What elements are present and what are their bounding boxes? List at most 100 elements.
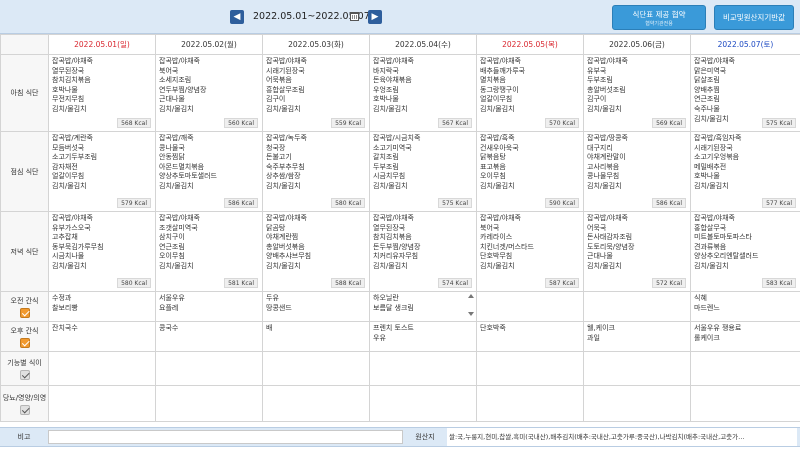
snack-cell[interactable]: 웰,케이크 과일: [583, 321, 691, 352]
kcal-badge: 577 Kcal: [762, 198, 796, 208]
chevron-right-icon[interactable]: ▶: [368, 10, 382, 24]
kcal-badge: 586 Kcal: [652, 198, 686, 208]
kcal-badge: 581 Kcal: [224, 278, 258, 288]
snack-cell[interactable]: 두유 땅콩샌드: [262, 291, 370, 322]
menu-item: 도토리묵/양념장: [587, 242, 635, 251]
meal-cell[interactable]: 잡곡밥/땅콩죽 대구지리 야채계란말이 고사리볶음 콩나물무침 김치/물김치 586 Kca…: [583, 131, 691, 212]
empty-cell[interactable]: [690, 385, 800, 422]
chevron-left-icon[interactable]: ◀: [230, 10, 244, 24]
snack-cell[interactable]: 식혜 마드렌느: [690, 291, 800, 322]
menu-item: 김치/물김치: [694, 181, 729, 190]
scroll-up-icon[interactable]: [468, 294, 474, 298]
meal-cell[interactable]: 잡곡밥/야채죽 북어국 카레라이스 치킨너겟/머스타드 단호박무침 김치/물김치 587 K…: [476, 211, 584, 292]
snack-cell[interactable]: [476, 291, 584, 322]
meal-cell[interactable]: 잡곡밥/야채죽 배추들깨가루국 멸치볶음 동그랑땡구이 얼갈이무침 김치/물김치 570 K…: [476, 54, 584, 132]
meal-cell[interactable]: 잡곡밥/계란죽 모듬버섯국 소고기두부조림 감자채전 얼갈이무침 김치/물김치 579 Kc…: [48, 131, 156, 212]
note-input[interactable]: [48, 430, 403, 444]
meal-cell[interactable]: 잡곡밥/야채죽 열무된장국 참치김치볶음 돈두부찜/양념장 치커리유자무침 김치/물김치 5…: [369, 211, 477, 292]
calendar-icon[interactable]: [350, 12, 359, 21]
menu-item: 잡곡밥/깨죽: [159, 134, 194, 142]
kcal-badge: 579 Kcal: [117, 198, 151, 208]
empty-cell[interactable]: [690, 351, 800, 386]
row-label-diabetic-diet: 당뇨/영양/의영: [0, 385, 49, 422]
snack-cell[interactable]: 배: [262, 321, 370, 352]
empty-cell[interactable]: [48, 351, 156, 386]
empty-cell[interactable]: [583, 385, 691, 422]
meal-cell[interactable]: 잡곡밥/야채죽 유부가스오국 고추잡채 동부묵김가루무침 시금치나물 김치/물김치 580 …: [48, 211, 156, 292]
function-diet-checkbox[interactable]: [19, 369, 30, 380]
menu-item-list: 잡곡밥/깨죽 콩나물국 안동찜닭 아몬드멸치볶음 양상추토마토샐러드 김치/물김치: [159, 134, 259, 192]
agreement-button-label: 식단표 제공 협약: [632, 10, 686, 19]
empty-cell[interactable]: [369, 385, 477, 422]
meal-cell[interactable]: 잡곡밥/깨죽 콩나물국 안동찜닭 아몬드멸치볶음 양상추토마토샐러드 김치/물김치 586 …: [155, 131, 263, 212]
menu-item: 북어국: [159, 66, 179, 75]
snack-item: 마드렌느: [694, 303, 720, 312]
meal-cell[interactable]: 잡곡밥/야채죽 어묵국 돈사태감자조림 도토리묵/양념장 근대나물 김치/물김치 572 K…: [583, 211, 691, 292]
menu-item: 오이무침: [480, 172, 506, 181]
pm-snack-checkbox[interactable]: [19, 337, 30, 348]
cell-scrollbar[interactable]: [468, 294, 474, 318]
am-snack-checkbox[interactable]: [19, 307, 30, 318]
menu-item: 야채계란찜: [266, 233, 299, 242]
scroll-down-icon[interactable]: [468, 312, 474, 316]
meal-cell[interactable]: 잡곡밥/야채죽 닭곰탕 야채계란찜 총알버섯볶음 양배추샤브무침 김치/물김치 588 Kc…: [262, 211, 370, 292]
menu-item: 김치/물김치: [159, 181, 194, 190]
empty-cell[interactable]: [155, 351, 263, 386]
menu-item-list: 잡곡밥/흑임자죽 시래기된장국 소고기우엉볶음 메밀배추전 호박나물 김치/물김치: [694, 134, 797, 192]
menu-item-list: 잡곡밥/야채죽 조갯살미역국 삼치구이 연근조림 오이무침 김치/물김치: [159, 214, 259, 272]
menu-item: 잡곡밥/야채죽: [587, 214, 628, 222]
empty-cell[interactable]: [476, 351, 584, 386]
snack-item: 단호박죽: [480, 324, 506, 332]
empty-cell[interactable]: [369, 351, 477, 386]
pm-snack-label: 오후 간식: [10, 326, 39, 335]
snack-cell[interactable]: 콩국수: [155, 321, 263, 352]
snack-cell[interactable]: 단호박죽: [476, 321, 584, 352]
meal-cell[interactable]: 잡곡밥/야채죽 시래기된장국 어묵볶음 흥합살무조림 김구이 김치/물김치 559 Kcal: [262, 54, 370, 132]
menu-item-list: 잡곡밥/야채죽 바지락국 돈육야채볶음 우엉조림 호박나물 김치/물김치: [373, 57, 473, 115]
meal-plan-agreement-button[interactable]: 식단표 제공 협약 협약기관전용: [612, 5, 706, 30]
compare-origin-button[interactable]: 비교및원산지기반값: [714, 5, 794, 30]
menu-item: 안동찜닭: [159, 153, 185, 162]
day-header: 2022.05.04(수): [369, 34, 477, 55]
empty-cell[interactable]: [262, 351, 370, 386]
menu-item: 양배추찜: [694, 85, 720, 94]
snack-item: 배: [266, 324, 273, 332]
menu-item: 두부조림: [587, 76, 613, 85]
menu-item: 멸치볶음: [480, 76, 506, 85]
meal-cell[interactable]: 잡곡밥/녹두죽 청국장 돈불고기 숙주부추무침 상추쌈/쌈장 김치/물김치 580 Kcal: [262, 131, 370, 212]
meal-cell[interactable]: 잡곡밥/야채죽 홍합살무국 미트볼토마토파스타 견과류볶음 양상추오리엔탈샐러드 김치/물…: [690, 211, 800, 292]
day-header: 2022.05.05(목): [476, 34, 584, 55]
menu-item: 청국장: [266, 143, 286, 152]
snack-cell[interactable]: 수정과 찰보리빵: [48, 291, 156, 322]
empty-cell[interactable]: [155, 385, 263, 422]
snack-cell[interactable]: 프렌치 토스트 우유: [369, 321, 477, 352]
origin-text: 쌀:국,누룽지,현미,찹쌀,흑미(국내산),배추김치(배추:국내산,고춧가루:중…: [447, 428, 797, 446]
empty-cell[interactable]: [262, 385, 370, 422]
empty-cell[interactable]: [48, 385, 156, 422]
snack-cell[interactable]: 하오닐란 보름달 생크림: [369, 291, 477, 322]
meal-cell[interactable]: 잡곡밥/야채죽 열무된장국 참치김치볶음 호박나물 무전지무침 김치/물김치 568 Kca…: [48, 54, 156, 132]
snack-cell[interactable]: 서울우유 쟁용료 롤케이크: [690, 321, 800, 352]
meal-cell[interactable]: 잡곡밥/야채죽 바지락국 돈육야채볶음 우엉조림 호박나물 김치/물김치 567 Kcal: [369, 54, 477, 132]
snack-cell[interactable]: 서울우유 요플레: [155, 291, 263, 322]
diabetic-diet-checkbox[interactable]: [19, 404, 30, 415]
meal-cell[interactable]: 잡곡밥/야채죽 북어국 소세지조림 연두부찜/양념장 근대나물 김치/물김치 560 Kca…: [155, 54, 263, 132]
meal-cell[interactable]: 잡곡밥/시금치죽 소고기미역국 갈치조림 두부조림 시금치무침 김치/물김치 575 Kca…: [369, 131, 477, 212]
menu-item: 총알버섯조림: [587, 85, 626, 94]
meal-cell[interactable]: 잡곡밥/흑임자죽 시래기된장국 소고기우엉볶음 메밀배추전 호박나물 김치/물김치 577 …: [690, 131, 800, 212]
kcal-badge: 567 Kcal: [438, 118, 472, 128]
snack-cell[interactable]: [583, 291, 691, 322]
empty-cell[interactable]: [583, 351, 691, 386]
empty-cell[interactable]: [476, 385, 584, 422]
menu-item: 어묵볶음: [266, 76, 292, 85]
origin-label: 원산지: [415, 433, 435, 441]
menu-item: 근대나물: [587, 252, 613, 261]
menu-item: 닭살조림: [694, 76, 720, 85]
snack-cell[interactable]: 잔치국수: [48, 321, 156, 352]
meal-cell[interactable]: 잡곡밥/야채죽 맑은미역국 닭살조림 양배추찜 연근조림 숙주나물 김치/물김치 575 Kc…: [690, 54, 800, 132]
meal-cell[interactable]: 잡곡밥/흑죽 건새우아욱국 닭볶음탕 표고볶음 오이무침 김치/물김치 590 Kcal: [476, 131, 584, 212]
meal-cell[interactable]: 잡곡밥/야채죽 유부국 두부조림 총알버섯조림 김구이 김치/물김치 569 Kcal: [583, 54, 691, 132]
menu-item: 잡곡밥/녹두죽: [266, 134, 307, 142]
meal-cell[interactable]: 잡곡밥/야채죽 조갯살미역국 삼치구이 연근조림 오이무침 김치/물김치 581 Kcal: [155, 211, 263, 292]
menu-item-list: 잡곡밥/시금치죽 소고기미역국 갈치조림 두부조림 시금치무침 김치/물김치: [373, 134, 473, 192]
